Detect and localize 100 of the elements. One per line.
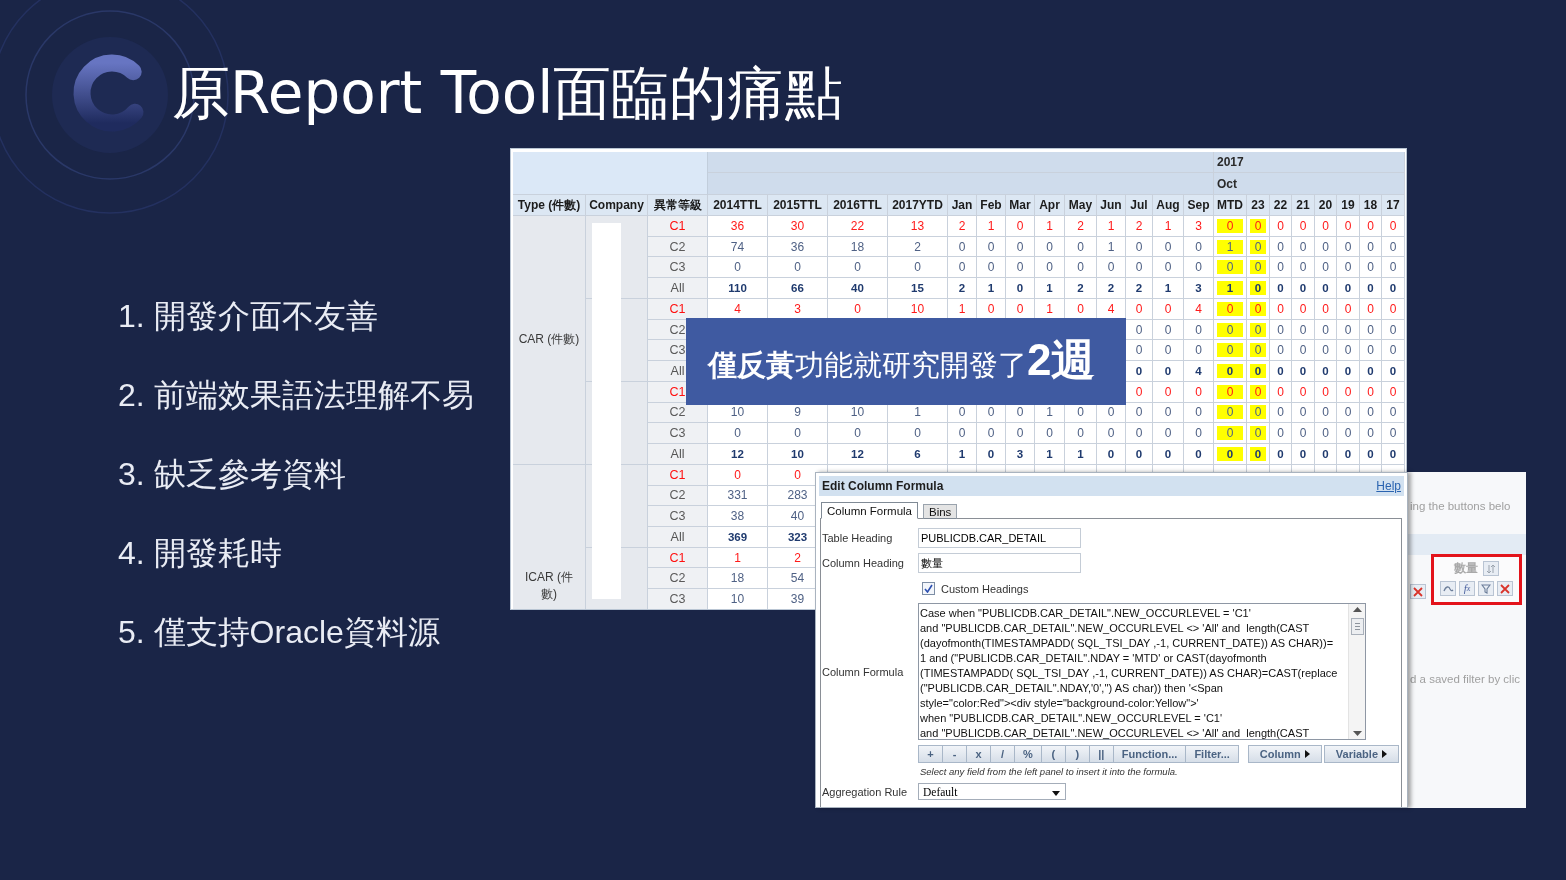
table-cell: 0 [1184, 381, 1214, 403]
select-field[interactable]: Default [918, 783, 1066, 800]
table-cell: 0 [1360, 381, 1382, 403]
table-cell: 0 [1315, 257, 1337, 279]
table-cell: 0 [1337, 236, 1360, 258]
table-cell: 0 [1360, 402, 1382, 424]
highlighted-value: 0 [1217, 218, 1243, 233]
highlighted-value: 0 [1217, 364, 1243, 378]
table-cell: 1 [1097, 236, 1126, 258]
column-header: MTD [1214, 195, 1247, 216]
table-cell: 0 [948, 423, 977, 445]
table-cell: 1 [1035, 444, 1065, 465]
operator-button[interactable]: Function... [1112, 745, 1187, 763]
highlighted-value: 0 [1217, 426, 1243, 441]
operator-button[interactable]: Filter... [1185, 745, 1239, 763]
row-header: All [648, 278, 708, 299]
table-cell: 13 [888, 216, 948, 237]
table-cell: 0 [1065, 257, 1097, 279]
table-cell: 0 [1270, 340, 1292, 362]
highlighted-value: 0 [1217, 301, 1243, 316]
table-cell: 369 [708, 527, 768, 548]
table-cell: 22 [828, 216, 888, 237]
table-cell: 0 [948, 257, 977, 279]
column-header: 17 [1382, 195, 1405, 216]
highlighted-value: 0 [1250, 384, 1266, 399]
table-cell: 0 [1337, 319, 1360, 341]
icon-button[interactable] [1440, 581, 1456, 596]
table-cell: 0 [1382, 216, 1405, 237]
checkbox[interactable] [922, 582, 935, 595]
table-cell: 0 [1337, 361, 1360, 382]
highlighted-value: 1 [1217, 239, 1243, 254]
column-header: Jul [1126, 195, 1153, 216]
input-field[interactable]: PUBLICDB.CAR_DETAIL [918, 528, 1081, 548]
row-header: All [648, 527, 708, 548]
table-cell: 0 [1153, 319, 1184, 341]
table-cell: 40 [828, 278, 888, 299]
checkbox-label: Custom Headings [941, 582, 1029, 595]
row-header: C3 [648, 589, 708, 609]
table-cell: 0 [977, 423, 1006, 445]
tab[interactable]: Column Formula [821, 502, 918, 519]
row-header: C3 [648, 506, 708, 527]
table-cell: 0 [1382, 298, 1405, 320]
menu-button[interactable]: Column [1247, 745, 1322, 763]
table-cell: 0 [1315, 340, 1337, 362]
highlighted-value: 0 [1250, 364, 1266, 378]
table-cell: 36 [768, 236, 828, 258]
table-cell: 0 [1097, 423, 1126, 445]
icon-button[interactable] [1478, 581, 1494, 596]
operator-button[interactable]: x [966, 745, 991, 763]
operator-button[interactable]: / [990, 745, 1015, 763]
table-cell: 110 [708, 278, 768, 299]
column-header: Company [586, 195, 648, 216]
table-cell: 0 [1006, 236, 1035, 258]
highlighted-value: 0 [1250, 301, 1266, 316]
table-cell: 6 [888, 444, 948, 465]
menu-button[interactable]: Variable [1323, 745, 1399, 763]
table-cell: 0 [1292, 402, 1315, 424]
input-field[interactable]: 數量 [918, 553, 1081, 573]
column-header: 2017 [1214, 152, 1405, 173]
table-cell: 0 [1360, 257, 1382, 279]
tab[interactable]: Bins [923, 504, 958, 519]
table-cell: 331 [708, 485, 768, 507]
operator-button[interactable]: + [918, 745, 943, 763]
table-cell: 0 [1035, 423, 1065, 445]
caret-icon [1052, 790, 1060, 796]
table-cell: 0 [1153, 381, 1184, 403]
table-cell: 0 [1065, 423, 1097, 445]
delete-button[interactable] [1497, 581, 1513, 596]
scroll-thumb[interactable] [1350, 618, 1364, 635]
table-cell: 0 [1006, 278, 1035, 299]
delete-button[interactable] [1410, 584, 1426, 599]
table-cell: 10 [708, 589, 768, 609]
operator-button[interactable]: % [1014, 745, 1042, 763]
table-cell: 18 [708, 568, 768, 590]
table-cell: 2 [1097, 278, 1126, 299]
table-cell: 0 [1360, 361, 1382, 382]
operator-button[interactable]: || [1088, 745, 1114, 763]
row-header: C2 [648, 236, 708, 258]
table-cell: 0 [1360, 423, 1382, 445]
table-cell: 2 [1065, 278, 1097, 299]
scrollbar[interactable] [1348, 604, 1365, 739]
table-cell: 0 [1153, 402, 1184, 424]
table-cell: 2 [1126, 216, 1153, 237]
operator-button[interactable]: ) [1064, 745, 1090, 763]
row-header: C1 [648, 547, 708, 569]
operator-button[interactable]: ( [1040, 745, 1066, 763]
help-link[interactable]: Help [1376, 479, 1401, 493]
table-cell: 0 [1382, 444, 1405, 465]
table-cell: 38 [708, 506, 768, 527]
table-cell: 0 [1382, 381, 1405, 403]
formula-field[interactable]: Case when "PUBLICDB.CAR_DETAIL".NEW_OCCURLEVEL = 'C1' and "PUBLICDB.CAR_DETAIL".NEW_OCCURLEVEL <> 'All' and length(CAST (dayofmonth(TIMESTAMPADD( SQL_TSI_DAY ,-1, CURRENT_DATE)) AS CHAR))= 1 and ("PUBLICDB.CAR_DETAIL".NDAY = 'MTD' or CAST(dayofmonth (TIMESTAMPADD( SQL_TSI_DAY ,-1, CURRENT_DATE)) AS CHAR)=CAST(replace ("PUBLICDB.CAR_DETAIL".NDAY,'0','') AS char)) then '<Span style="color:Red"><div style="background-color:Yellow">' when "PUBLICDB.CAR_DETAIL".NEW_OCCURLEVEL = 'C1' and "PUBLICDB.CAR_DETAIL".NEW_OCCURLEVEL <> 'All' and length(CAST [918, 603, 1366, 740]
table-cell: 0 [1184, 319, 1214, 341]
table-cell: 1 [948, 444, 977, 465]
scroll-up-icon[interactable] [1352, 607, 1362, 612]
table-cell: 0 [1360, 319, 1382, 341]
table-cell: 1 [1035, 216, 1065, 237]
sort-button[interactable] [1483, 561, 1499, 576]
callout-text: 僅反黃功能就研究開發了2週 [708, 335, 1096, 386]
operator-button[interactable]: - [942, 745, 967, 763]
scroll-down-icon[interactable] [1352, 731, 1362, 736]
